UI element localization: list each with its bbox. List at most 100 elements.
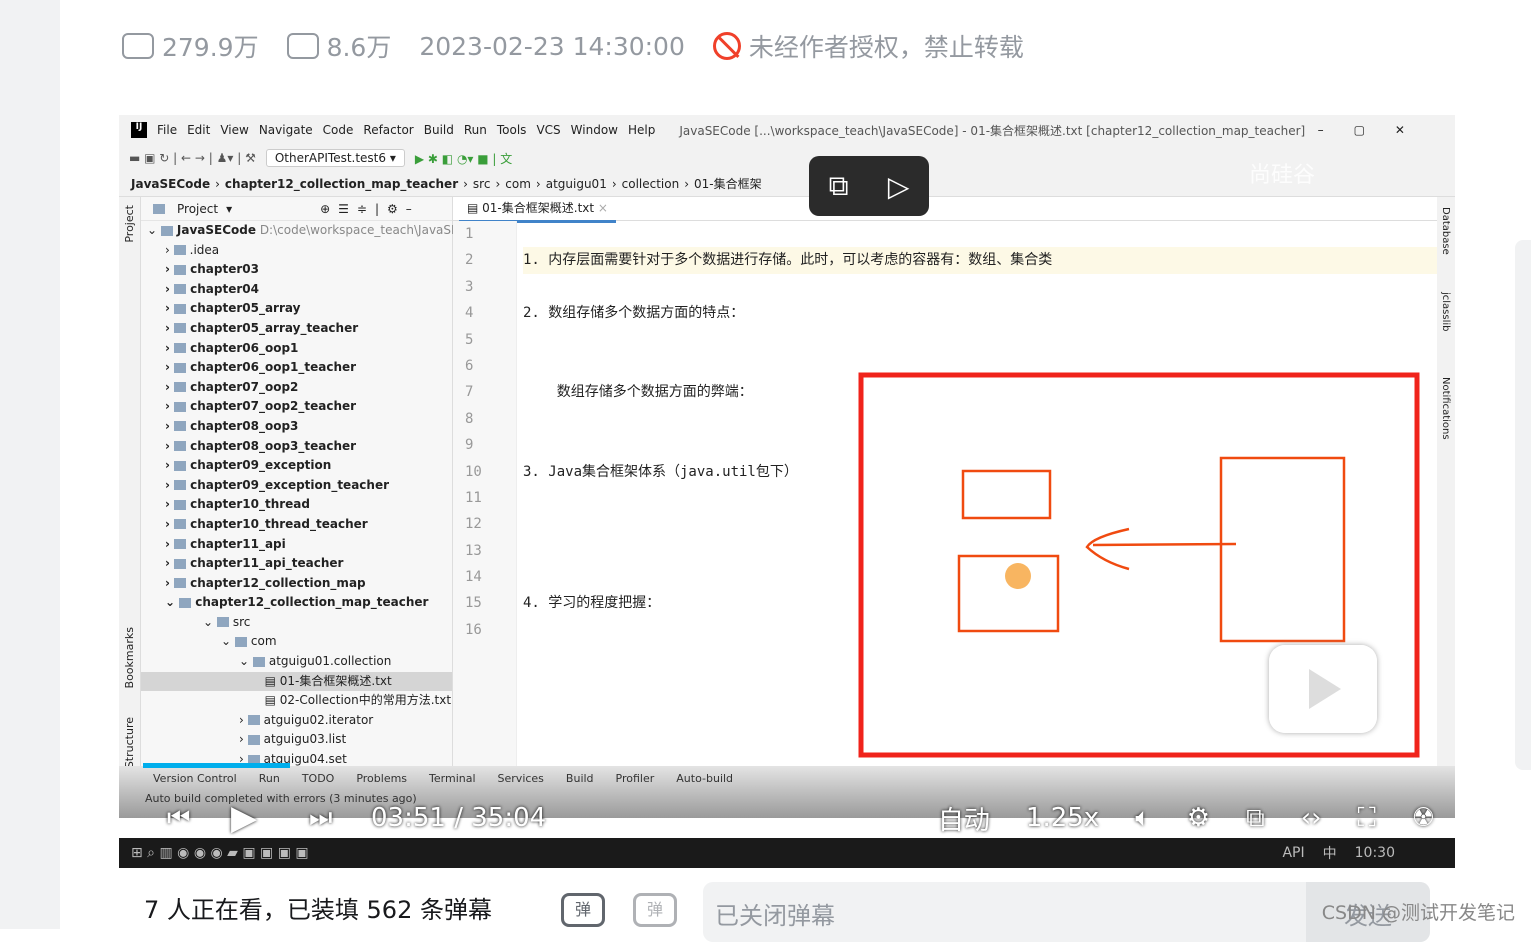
tree-item[interactable]: › .idea (141, 241, 452, 261)
ide-window-title: JavaSECode [...\workspace_teach\JavaSECo… (679, 123, 1306, 138)
play-count-icon (122, 33, 154, 59)
cursor-dot (1005, 563, 1031, 589)
tree-root: ⌄ JavaSECode D:\code\workspace_teach\Jav… (147, 223, 459, 237)
fullscreen-icon[interactable]: ☢ (1412, 803, 1435, 833)
ide-menubar: IJ File Edit View Navigate Code Refactor… (119, 115, 1455, 145)
tool-window-tab: Services (497, 772, 544, 785)
tool-window-tab: Auto-build (676, 772, 734, 785)
tree-item[interactable]: › chapter12_collection_map (141, 574, 452, 594)
page-left-gutter (0, 0, 60, 929)
start-icon: ⊞ ⌕ ▥ ◉ ◉ ◉ ▰ ▣ ▣ ▣ ▣ (131, 845, 309, 861)
web-fullscreen-icon[interactable]: ⛶ (1357, 803, 1375, 834)
tree-item[interactable]: › chapter05_array (141, 299, 452, 319)
speed-button[interactable]: 1.25x (1026, 803, 1099, 833)
run-config-select: OtherAPITest.test6 ▾ (265, 149, 405, 167)
menu-build: Build (423, 123, 454, 137)
windows-taskbar: ⊞ ⌕ ▥ ◉ ◉ ◉ ▰ ▣ ▣ ▣ ▣ API 中 10:30 (119, 838, 1455, 868)
tree-item[interactable]: › atguigu02.iterator (141, 711, 452, 731)
tree-item[interactable]: › chapter06_oop1 (141, 339, 452, 359)
window-controls-icon: –▢✕ (1317, 123, 1435, 137)
tree-item[interactable]: › chapter03 (141, 260, 452, 280)
tree-item[interactable]: › chapter08_oop3_teacher (141, 437, 452, 457)
tree-item[interactable]: › chapter10_thread (141, 495, 452, 515)
intellij-logo-icon: IJ (131, 122, 147, 138)
drawn-arrow (1085, 527, 1237, 571)
project-panel: Project ▾ ⊕☰≑|⚙– ⌄ JavaSECode D:\code\wor… (141, 197, 459, 789)
menu-vcs: VCS (536, 123, 561, 137)
drawn-box-small (961, 469, 1052, 520)
progress-bar[interactable] (143, 763, 290, 768)
danmaku-count: 8.6万 (326, 33, 392, 62)
tree-item[interactable]: › chapter04 (141, 280, 452, 300)
tool-window-tab: Problems (356, 772, 408, 785)
tree-item[interactable]: ⌄ chapter12_collection_map_teacher (141, 593, 452, 613)
prev-icon[interactable]: ⏮ (167, 803, 190, 834)
volume-icon[interactable]: 🔈︎ (1135, 803, 1151, 834)
menu-navigate: Navigate (258, 123, 313, 137)
tree-item[interactable]: › chapter07_oop2 (141, 378, 452, 398)
tree-item[interactable]: ⌄ com (141, 632, 452, 652)
pip-controls[interactable]: ⧉ ▷ (809, 156, 929, 216)
open-icon: ▬ ▣ ↻ | ← → | ♟▾ | ⚒ (129, 151, 256, 165)
watermark: 尚硅谷 (1249, 163, 1316, 188)
right-tool-strip: Database jclasslib Notifications (1437, 197, 1455, 786)
project-label: Project (177, 201, 219, 216)
player-controls: ⏮ ▶ ⏭ 03:51 / 35:04 自动 1.25x 🔈︎ ⚙ ⧉ ‹› ⛶… (119, 796, 1455, 840)
tree-item[interactable]: ⌄ src (141, 613, 452, 633)
menu-help: Help (627, 123, 656, 137)
tree-item[interactable]: › chapter10_thread_teacher (141, 515, 452, 535)
tool-window-tab: Terminal (429, 772, 476, 785)
publish-datetime: 2023-02-23 14:30:00 (419, 31, 685, 61)
next-icon[interactable]: ⏭ (309, 803, 332, 834)
menu-code: Code (322, 123, 354, 137)
bilibili-play-icon[interactable] (1269, 645, 1377, 733)
side-panel-edge (1515, 240, 1531, 770)
tree-item[interactable]: ▤ 01-集合框架概述.txt (141, 671, 452, 692)
drawn-box-large (1219, 456, 1346, 643)
tree-item[interactable]: › chapter06_oop1_teacher (141, 358, 452, 378)
menu-view: View (220, 123, 249, 137)
menu-run: Run (463, 123, 487, 137)
menu-refactor: Refactor (363, 123, 414, 137)
play-button[interactable]: ▶ (231, 798, 257, 838)
tool-window-tab: Run (258, 772, 280, 785)
danmaku-settings[interactable]: 弹 (633, 893, 677, 927)
view-count: 279.9万 (162, 33, 259, 62)
quality-button[interactable]: 自动 (938, 800, 990, 837)
tree-item[interactable]: › chapter05_array_teacher (141, 319, 452, 339)
tool-window-tab: Build (565, 772, 594, 785)
csdn-watermark: CSDN @测试开发笔记 (1321, 902, 1515, 924)
time-display: 03:51 / 35:04 (371, 803, 547, 833)
tree-item[interactable]: › chapter11_api_teacher (141, 554, 452, 574)
tool-window-tab: TODO (301, 772, 335, 785)
widescreen-icon[interactable]: ‹› (1301, 803, 1322, 833)
settings-icon[interactable]: ⚙ (1187, 803, 1210, 833)
video-player[interactable]: IJ File Edit View Navigate Code Refactor… (119, 115, 1455, 868)
breadcrumb-file: 01-集合框架 (694, 175, 764, 192)
tool-window-tab: Version Control (153, 772, 237, 785)
picture-in-picture-icon[interactable]: ⧉ (829, 169, 849, 203)
tree-item[interactable]: › chapter08_oop3 (141, 417, 452, 437)
repost-notice: 未经作者授权，禁止转载 (748, 33, 1024, 62)
tree-item[interactable]: › atguigu03.list (141, 730, 452, 750)
tree-item[interactable]: › chapter09_exception (141, 456, 452, 476)
watching-count: 7 人正在看，已装填 562 条弹幕 (144, 896, 492, 924)
pip-icon[interactable]: ⧉ (1246, 803, 1265, 834)
left-tool-strip: Project Bookmarks Structure (119, 197, 141, 786)
tree-item[interactable]: › chapter09_exception_teacher (141, 476, 452, 496)
menu-file: File (157, 123, 178, 137)
no-repost-icon (712, 32, 741, 60)
danmaku-toggle[interactable]: 弹 (561, 893, 605, 927)
clock: 10:30 (1354, 845, 1395, 861)
menu-edit: Edit (187, 123, 211, 137)
project-tree: ⌄ JavaSECode D:\code\workspace_teach\Jav… (141, 221, 459, 789)
mini-player-icon[interactable]: ▷ (888, 170, 910, 203)
run-icon: ▶ ✱ ◧ ◔▾ ■ | 文 (414, 151, 513, 166)
tree-item[interactable]: › chapter11_api (141, 535, 452, 555)
menu-tools: Tools (496, 123, 527, 137)
tree-item[interactable]: ⌄ atguigu01.collection (141, 652, 452, 672)
tree-item[interactable]: ▤ 02-Collection中的常用方法.txt (141, 691, 452, 711)
tool-window-tab: Profiler (615, 772, 655, 785)
tree-item[interactable]: › chapter07_oop2_teacher (141, 397, 452, 417)
video-meta: 279.9万 8.6万 2023-02-23 14:30:00 未经作者授权，禁… (122, 28, 1024, 64)
